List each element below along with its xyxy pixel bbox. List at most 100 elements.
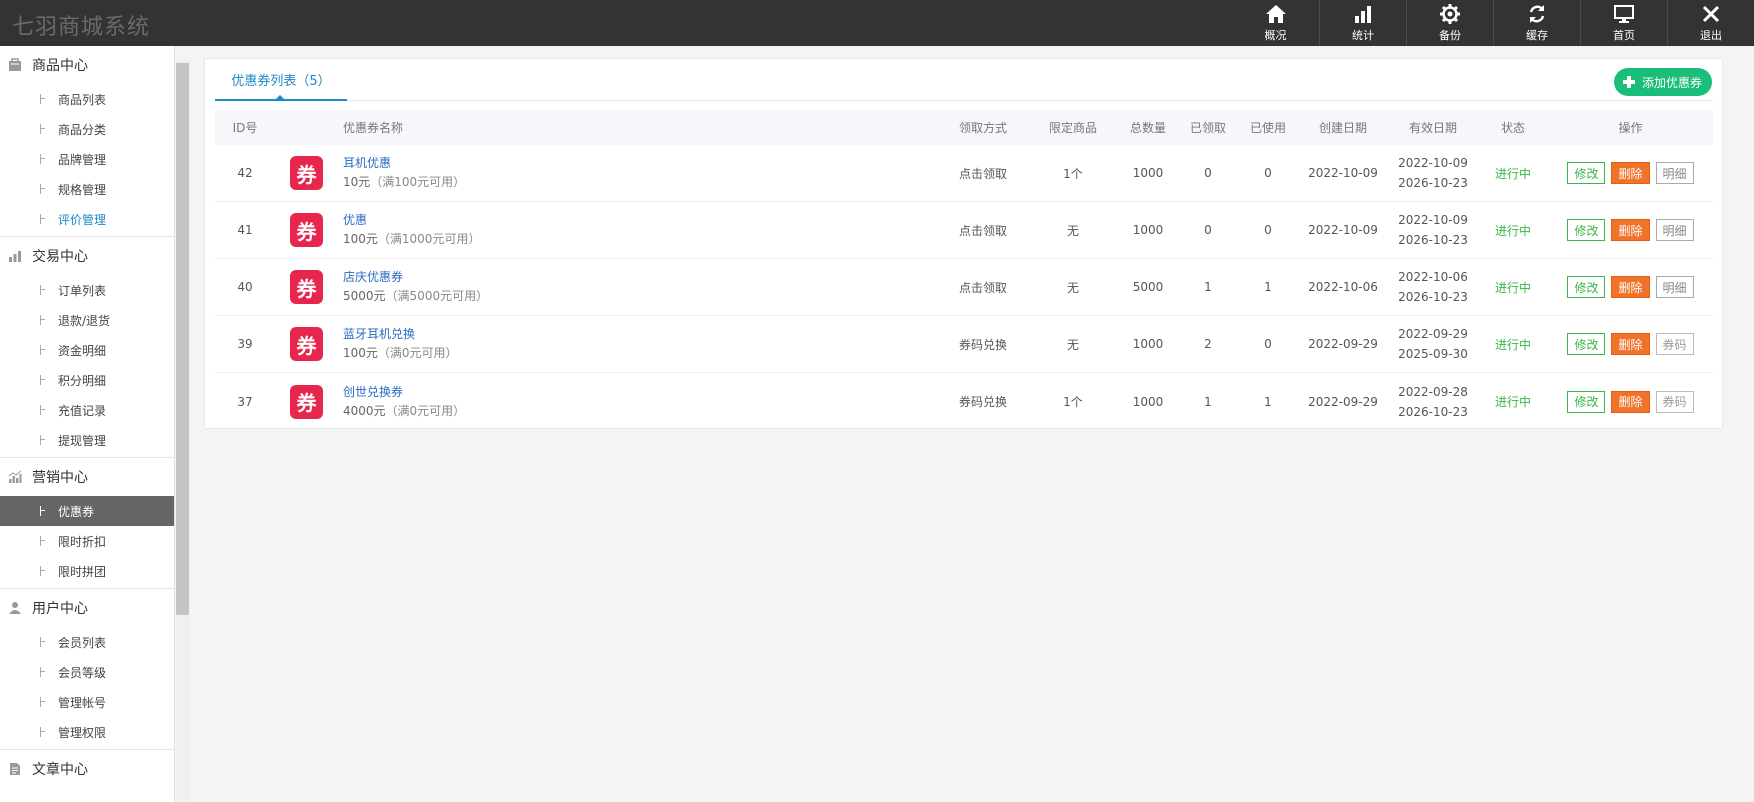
coupon-condition: （满0元可用） (385, 403, 466, 418)
tree-line (40, 405, 46, 415)
sidebar-item-admin-accounts[interactable]: 管理帐号 (0, 687, 174, 717)
cell-id: 41 (237, 223, 253, 237)
col-header-actions: 操作 (1618, 121, 1643, 135)
cell-id: 37 (237, 394, 253, 409)
sidebar-heading-label: 营销中心 (32, 470, 88, 486)
delete-button[interactable]: 删除 (1611, 162, 1650, 184)
sidebar-item-refunds[interactable]: 退款/退货 (0, 305, 174, 335)
sidebar-item-goods-list[interactable]: 商品列表 (0, 84, 174, 114)
topnav-label: 首页 (1613, 29, 1635, 42)
coupon-ticket-icon: 券 (290, 213, 323, 247)
coupon-ticket-icon: 券 (290, 327, 323, 361)
coupon-name-link[interactable]: 耳机优惠 (343, 154, 938, 173)
topnav-logout[interactable]: 退出 (1667, 0, 1754, 46)
sidebar-item-flash-discount[interactable]: 限时折扣 (0, 526, 174, 556)
delete-button[interactable]: 删除 (1611, 390, 1650, 413)
cell-received: 1 (1204, 280, 1212, 294)
delete-button[interactable]: 删除 (1611, 276, 1650, 298)
tree-line (40, 566, 46, 576)
sidebar-heading[interactable]: 用户中心 (0, 589, 174, 627)
cell-created: 2022-10-09 (1308, 223, 1378, 237)
refresh-icon (1527, 3, 1547, 25)
cell-valid-from: 2022-09-28 (1398, 384, 1468, 399)
sidebar-heading[interactable]: 商品中心 (0, 46, 174, 84)
sidebar-item-group-buy[interactable]: 限时拼团 (0, 556, 174, 586)
sidebar-section-articles: 文章中心 (0, 750, 174, 790)
sidebar-heading[interactable]: 营销中心 (0, 458, 174, 496)
sidebar-item-points[interactable]: 积分明细 (0, 365, 174, 395)
cell-method: 券码兑换 (958, 337, 1007, 352)
sidebar-item-funds[interactable]: 资金明细 (0, 335, 174, 365)
col-header-created: 创建日期 (1318, 121, 1367, 135)
topnav-home[interactable]: 首页 (1580, 0, 1667, 46)
topnav-cache[interactable]: 缓存 (1493, 0, 1580, 46)
cell-limit: 1个 (1063, 166, 1083, 181)
sidebar-item-specs[interactable]: 规格管理 (0, 174, 174, 204)
coupon-condition: （满1000元可用） (377, 232, 481, 246)
plus-icon (1622, 75, 1636, 89)
coupon-name-link[interactable]: 优惠 (343, 211, 938, 230)
cell-created: 2022-10-06 (1308, 280, 1378, 294)
document-icon (8, 762, 22, 776)
sidebar-item-members[interactable]: 会员列表 (0, 627, 174, 657)
table-row: 40 券 店庆优惠券 5000元（满5000元可用） 点击领取 无 5000 1… (215, 259, 1713, 316)
topnav-label: 概况 (1264, 29, 1287, 42)
coupon-code-button[interactable]: 券码 (1655, 390, 1694, 413)
topnav-label: 退出 (1700, 29, 1722, 42)
coupon-ticket-icon: 券 (290, 270, 323, 304)
tree-line (40, 154, 46, 164)
topnav-label: 统计 (1352, 29, 1374, 42)
detail-button[interactable]: 明细 (1655, 276, 1694, 298)
sidebar-heading[interactable]: 交易中心 (0, 237, 174, 275)
sidebar-item-permissions[interactable]: 管理权限 (0, 717, 174, 747)
edit-button[interactable]: 修改 (1567, 219, 1606, 241)
edit-button[interactable]: 修改 (1567, 276, 1606, 298)
col-header-name: 优惠券名称 (343, 121, 404, 135)
sidebar-heading-label: 交易中心 (32, 249, 88, 265)
sidebar-item-recharge[interactable]: 充值记录 (0, 395, 174, 425)
user-icon (8, 601, 22, 615)
coupon-name-link[interactable]: 店庆优惠券 (343, 268, 938, 287)
sidebar-item-brands[interactable]: 品牌管理 (0, 144, 174, 174)
topnav-backup[interactable]: 备份 (1406, 0, 1493, 46)
sidebar-item-label: 订单列表 (58, 283, 107, 298)
sidebar-item-goods-category[interactable]: 商品分类 (0, 114, 174, 144)
bars-icon (8, 249, 22, 263)
coupon-condition: （满0元可用） (377, 346, 458, 360)
topnav-stats[interactable]: 统计 (1319, 0, 1406, 46)
sidebar-item-member-levels[interactable]: 会员等级 (0, 657, 174, 687)
cell-received: 0 (1204, 166, 1212, 180)
edit-button[interactable]: 修改 (1567, 333, 1606, 355)
tree-line (40, 536, 46, 546)
status-badge: 进行中 (1494, 166, 1531, 181)
edit-button[interactable]: 修改 (1567, 162, 1606, 184)
detail-button[interactable]: 明细 (1655, 162, 1694, 184)
add-coupon-button[interactable]: 添加优惠券 (1613, 68, 1712, 96)
sidebar-item-withdraw[interactable]: 提现管理 (0, 425, 174, 455)
sidebar-heading[interactable]: 文章中心 (0, 750, 174, 788)
coupon-ticket-icon: 券 (290, 384, 323, 419)
topnav-overview[interactable]: 概况 (1232, 0, 1319, 46)
table-row: 39 券 蓝牙耳机兑换 100元（满0元可用） 券码兑换 无 1000 2 0 … (215, 316, 1713, 373)
sidebar-item-label: 规格管理 (58, 182, 107, 197)
cell-total: 1000 (1132, 166, 1164, 180)
delete-button[interactable]: 删除 (1611, 333, 1650, 355)
sidebar-scrollbar-thumb[interactable] (176, 63, 189, 615)
sidebar-item-label: 评价管理 (58, 212, 107, 227)
sidebar-item-coupons[interactable]: 优惠券 (0, 496, 174, 526)
table-row: 41 券 优惠 100元（满1000元可用） 点击领取 无 1000 0 0 2… (215, 202, 1713, 259)
coupon-name-link[interactable]: 蓝牙耳机兑换 (343, 325, 938, 344)
coupon-name-link[interactable]: 创世兑换券 (343, 383, 938, 402)
delete-button[interactable]: 删除 (1611, 219, 1650, 241)
status-badge: 进行中 (1494, 280, 1531, 295)
tree-line (40, 94, 46, 104)
coupon-code-button[interactable]: 券码 (1655, 333, 1694, 355)
sidebar-item-reviews[interactable]: 评价管理 (0, 204, 174, 234)
edit-button[interactable]: 修改 (1567, 390, 1606, 413)
sidebar-item-label: 商品列表 (58, 92, 107, 107)
coupon-table: ID号 优惠券名称 领取方式 限定商品 总数量 已领取 已使用 创建日期 有效日… (215, 110, 1713, 430)
sidebar-item-orders[interactable]: 订单列表 (0, 275, 174, 305)
sidebar-heading-label: 用户中心 (32, 601, 88, 617)
topnav-label: 备份 (1439, 29, 1461, 42)
detail-button[interactable]: 明细 (1655, 219, 1694, 241)
